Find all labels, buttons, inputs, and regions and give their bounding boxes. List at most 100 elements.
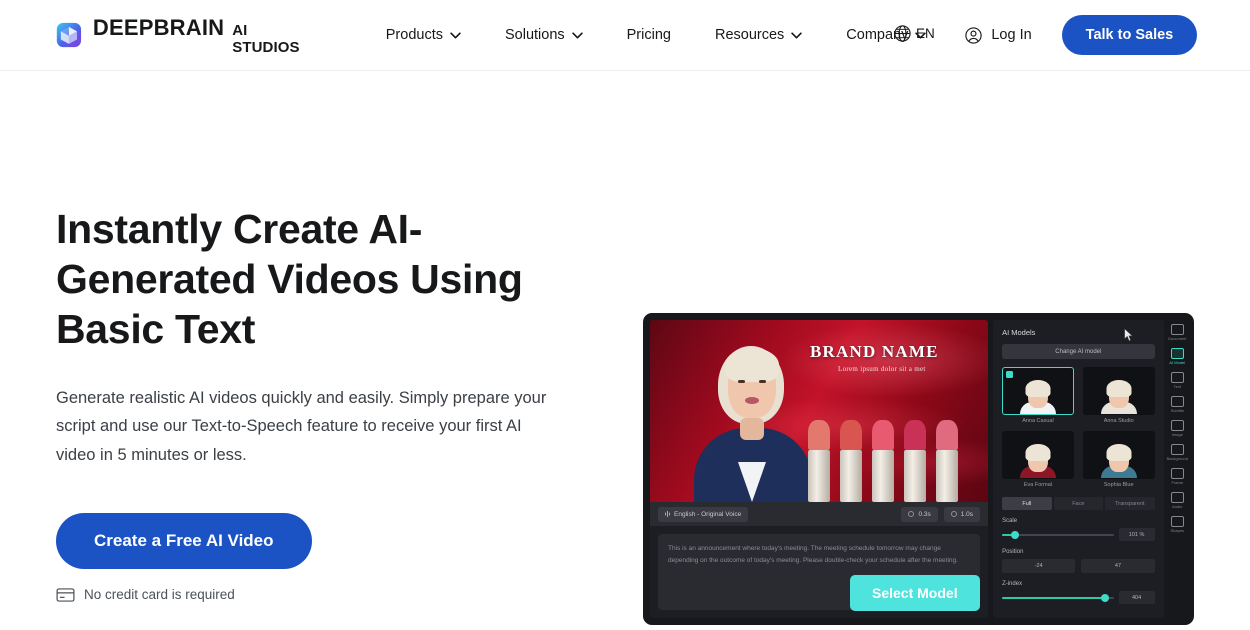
- stage-brand-title: BRAND NAME: [810, 342, 939, 361]
- clock-icon: [950, 511, 957, 517]
- tab-full[interactable]: Full: [1002, 497, 1052, 510]
- position-x-input[interactable]: -24: [1002, 559, 1076, 573]
- model-card-2[interactable]: Eva Formal: [1002, 431, 1074, 488]
- nav-label: Products: [385, 27, 443, 43]
- zindex-control: Z-index 404: [1002, 581, 1155, 604]
- model-card-0[interactable]: Anna Casual: [1002, 367, 1074, 424]
- nav-item-products[interactable]: Products: [364, 21, 483, 49]
- rail-label: Background: [1166, 456, 1188, 461]
- user-circle-icon: [965, 26, 983, 44]
- image-icon: [1170, 420, 1184, 431]
- nav-label: Solutions: [504, 27, 565, 43]
- duration-label: 0.3s: [918, 510, 931, 518]
- rail-item-subtitle[interactable]: Subtitle: [1168, 394, 1187, 415]
- length-label: 1.0s: [960, 510, 974, 518]
- audio-icon: [1170, 492, 1184, 503]
- create-free-ai-video-button[interactable]: Create a Free AI Video: [56, 513, 312, 570]
- login-label: Log In: [991, 27, 1032, 43]
- tool-rail: Document AI Model Text Subtitle Image Ba…: [1166, 320, 1188, 618]
- length-pill[interactable]: 1.0s: [943, 506, 981, 522]
- zindex-slider-knob[interactable]: [1100, 593, 1109, 602]
- tab-face[interactable]: Face: [1053, 497, 1104, 510]
- nav-item-pricing[interactable]: Pricing: [605, 21, 693, 49]
- rail-item-ai-model[interactable]: AI Model: [1168, 346, 1187, 367]
- model-name: Anna Studio: [1103, 418, 1134, 424]
- nav-label: Resources: [714, 27, 785, 43]
- zindex-slider[interactable]: [1002, 593, 1114, 602]
- change-ai-model-button[interactable]: Change AI model: [1002, 344, 1155, 359]
- select-model-button[interactable]: Select Model: [850, 575, 980, 611]
- selected-badge-icon: [1006, 371, 1014, 378]
- site-header: DEEPBRAIN AI STUDIOS Products Solutions …: [0, 0, 1250, 71]
- rail-label: Shapes: [1170, 528, 1185, 533]
- position-label: Position: [1002, 549, 1024, 555]
- login-button[interactable]: Log In: [948, 20, 1047, 51]
- rail-item-audio[interactable]: Audio: [1168, 490, 1187, 511]
- editor-main: BRAND NAME Lorem ipsum dolor sit a met E…: [650, 320, 989, 618]
- position-control: Position -24 47: [1002, 549, 1155, 573]
- nav-item-solutions[interactable]: Solutions: [483, 21, 605, 49]
- hero-media: BRAND NAME Lorem ipsum dolor sit a met E…: [643, 71, 1194, 625]
- lipstick-product-row: [806, 410, 984, 502]
- chevron-down-icon: [791, 31, 802, 39]
- ai-presenter-avatar: [688, 342, 816, 502]
- mouse-cursor-icon: [1124, 328, 1134, 342]
- rail-item-image[interactable]: Image: [1168, 418, 1187, 439]
- rail-item-frame[interactable]: Frame: [1168, 466, 1187, 487]
- hero-section: Instantly Create AI-Generated Videos Usi…: [0, 71, 1250, 625]
- chevron-down-icon: [450, 31, 461, 39]
- credit-card-icon: [56, 587, 75, 602]
- frame-icon: [1170, 468, 1184, 479]
- zindex-label: Z-index: [1002, 581, 1023, 587]
- voice-icon: [665, 511, 670, 517]
- no-credit-card-label: No credit card is required: [84, 587, 235, 603]
- app-preview: BRAND NAME Lorem ipsum dolor sit a met E…: [643, 313, 1194, 625]
- nav-item-resources[interactable]: Resources: [693, 21, 824, 49]
- model-card-1[interactable]: Anna Studio: [1082, 367, 1155, 424]
- tab-transparent[interactable]: Transparent: [1105, 497, 1155, 510]
- hero-subtitle: Generate realistic AI videos quickly and…: [56, 389, 547, 464]
- voice-selector-pill[interactable]: English - Original Voice: [658, 506, 749, 522]
- background-icon: [1170, 444, 1184, 455]
- rail-item-text[interactable]: Text: [1168, 370, 1187, 391]
- globe-icon: [894, 25, 911, 42]
- rail-item-document[interactable]: Document: [1168, 322, 1187, 343]
- language-selector[interactable]: EN: [893, 24, 935, 43]
- rail-item-shapes[interactable]: Shapes: [1168, 514, 1187, 535]
- zindex-value[interactable]: 404: [1118, 591, 1155, 604]
- brand-subtitle: AI STUDIOS: [232, 21, 300, 56]
- text-icon: [1170, 372, 1184, 383]
- clock-icon: [908, 511, 915, 517]
- rail-label: Image: [1171, 432, 1183, 437]
- language-label: EN: [916, 26, 935, 41]
- cube-logo-icon: [56, 22, 82, 48]
- view-mode-tabs: Full Face Transparent: [1002, 497, 1155, 510]
- subtitle-icon: [1170, 396, 1184, 407]
- scale-value[interactable]: 101 %: [1118, 528, 1155, 541]
- model-card-3[interactable]: Sophia Blue: [1082, 431, 1155, 488]
- rail-label: Subtitle: [1170, 408, 1184, 413]
- shapes-icon: [1170, 516, 1184, 527]
- talk-to-sales-button[interactable]: Talk to Sales: [1061, 15, 1198, 55]
- model-name: Eva Formal: [1023, 482, 1052, 488]
- main-navigation: Products Solutions Pricing Resources Com…: [364, 21, 949, 49]
- scale-control: Scale 101 %: [1002, 518, 1155, 541]
- rail-label: Audio: [1172, 504, 1183, 509]
- position-y-input[interactable]: 47: [1081, 559, 1155, 573]
- rail-item-background[interactable]: Background: [1166, 442, 1188, 463]
- page-title: Instantly Create AI-Generated Videos Usi…: [56, 206, 523, 353]
- model-grid: Anna Casual Anna Studio Eva Formal Sophi…: [1002, 367, 1155, 488]
- nav-label: Pricing: [626, 27, 671, 43]
- scale-slider-knob[interactable]: [1011, 530, 1020, 539]
- editor-toolbar: English - Original Voice 0.3s 1.0s: [650, 502, 989, 526]
- duration-pill[interactable]: 0.3s: [901, 506, 938, 522]
- voice-label: English - Original Voice: [674, 510, 742, 518]
- model-name: Sophia Blue: [1103, 482, 1134, 488]
- rail-label: Document: [1168, 336, 1187, 341]
- model-name: Anna Casual: [1022, 418, 1054, 424]
- rail-label: AI Model: [1169, 360, 1186, 365]
- scale-slider[interactable]: [1002, 530, 1114, 539]
- ai-models-panel: AI Models Change AI model Anna Casual An…: [993, 320, 1164, 618]
- brand-logo[interactable]: DEEPBRAIN AI STUDIOS: [56, 15, 302, 56]
- brand-name: DEEPBRAIN: [92, 14, 225, 40]
